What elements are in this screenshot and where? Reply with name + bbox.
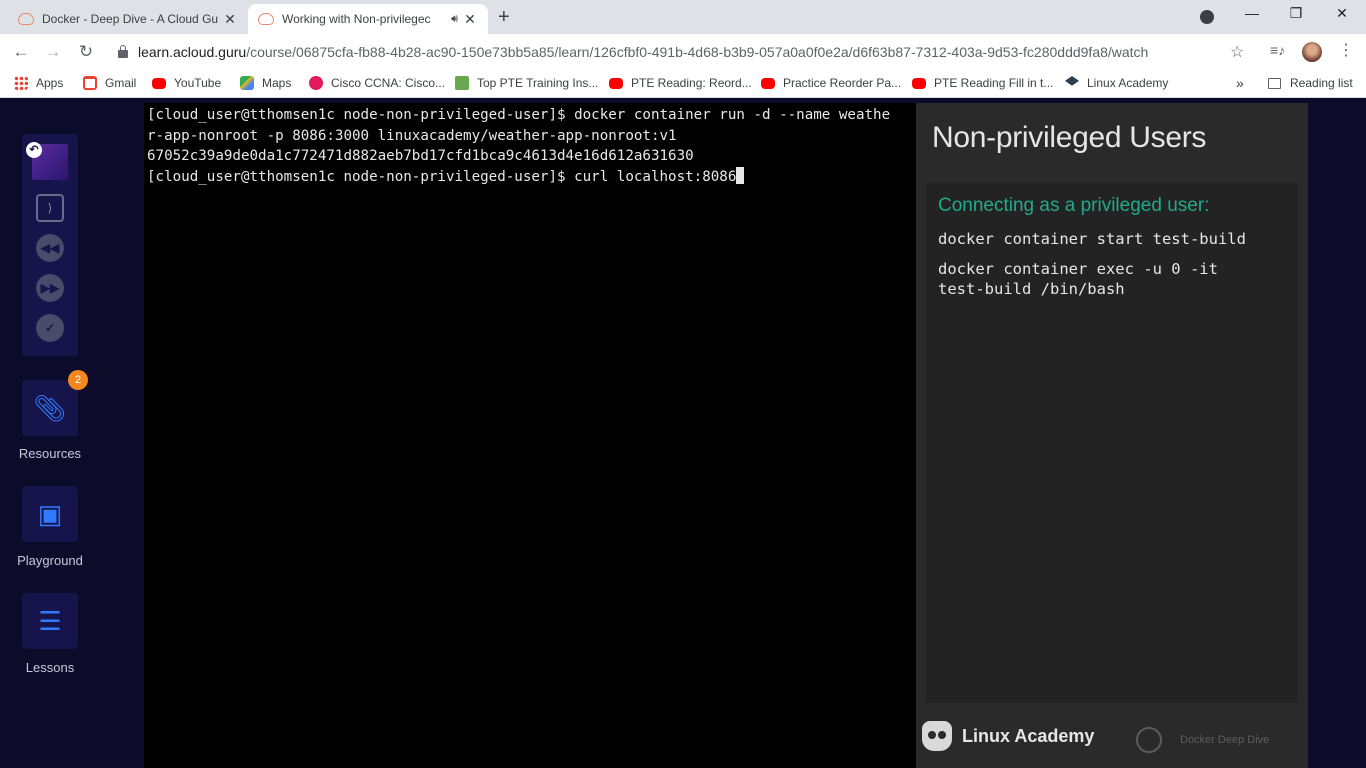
youtube-icon (761, 77, 775, 89)
media-control-icon[interactable]: ≡♪ (1270, 42, 1285, 58)
toggle-panel-icon[interactable]: ⟩ (36, 194, 64, 222)
forward-arrow-icon[interactable]: → (42, 41, 64, 63)
youtube-icon (152, 77, 166, 89)
bookmark-maps[interactable]: Maps (240, 76, 291, 90)
slide-subtitle: Connecting as a privileged user: (938, 195, 1210, 216)
course-thumbnail[interactable]: ↶ (26, 142, 68, 180)
bookmark-top-pte[interactable]: Top PTE Training Ins... (455, 76, 598, 90)
url-path: /course/06875cfa-fb88-4b28-ac90-150e73bb… (246, 44, 1149, 60)
bookmarks-bar: Apps Gmail YouTube Maps Cisco CCNA: Cisc… (0, 70, 1366, 98)
slide-content: Connecting as a privileged user: docker … (926, 183, 1298, 703)
lessons-label[interactable]: Lessons (0, 660, 100, 675)
cubes-icon: ▣ (37, 499, 63, 529)
complete-check-icon[interactable]: ✓ (36, 314, 64, 342)
linux-academy-icon (1065, 76, 1079, 86)
slide-title: Non-privileged Users (932, 121, 1207, 154)
video-player[interactable]: [cloud_user@tthomsen1c node-non-privileg… (144, 103, 1308, 768)
lessons-button[interactable]: ☰ (22, 593, 78, 649)
terminal-line: [cloud_user@tthomsen1c node-non-privileg… (147, 166, 907, 188)
resources-count-badge: 2 (68, 370, 88, 390)
bookmark-gmail[interactable]: Gmail (83, 76, 136, 90)
bookmark-apps[interactable]: Apps (14, 76, 63, 90)
course-name: Docker Deep Dive (1180, 734, 1270, 746)
back-arrow-icon[interactable]: ← (10, 41, 32, 63)
youtube-icon (912, 77, 926, 89)
bookmark-linux-academy[interactable]: Linux Academy (1065, 76, 1168, 90)
close-icon[interactable]: ✕ (222, 11, 238, 28)
course-page: ↶ ⟩ ◀◀ ▶▶ ✓ 📎︎ 2 Resources ▣ Playground … (0, 98, 1366, 768)
lock-icon[interactable] (118, 45, 128, 58)
bookmark-youtube[interactable]: YouTube (152, 76, 221, 90)
playground-button[interactable]: ▣ (22, 486, 78, 542)
reading-list-icon (1268, 77, 1281, 89)
terminal-line: r-app-nonroot -p 8086:3000 linuxacademy/… (147, 127, 677, 144)
rewind-icon[interactable]: ◀◀ (36, 234, 64, 262)
cloud-icon (258, 13, 274, 25)
maps-icon (240, 76, 254, 90)
close-window-button[interactable]: ✕ (1330, 5, 1354, 22)
playground-label[interactable]: Playground (0, 553, 100, 568)
list-icon: ☰ (38, 606, 62, 636)
address-bar[interactable]: learn.acloud.guru/course/06875cfa-fb88-4… (110, 38, 1260, 66)
terminal-output: [cloud_user@tthomsen1c node-non-privileg… (147, 105, 907, 187)
slide-command: docker container start test-build (938, 230, 1246, 248)
youtube-icon (609, 77, 623, 89)
bookmark-pte-reading-reorder[interactable]: PTE Reading: Reord... (609, 76, 752, 90)
bookmarks-overflow-icon[interactable]: » (1236, 75, 1244, 91)
brand-name: Linux Academy (962, 725, 1095, 746)
bookmark-star-icon[interactable]: ☆ (1230, 42, 1244, 62)
resources-button[interactable]: 📎︎ (22, 380, 78, 436)
lecture-slide: Non-privileged Users Connecting as a pri… (916, 103, 1308, 768)
back-arrow-icon[interactable]: ↶ (26, 142, 42, 158)
close-icon[interactable]: ✕ (462, 11, 478, 28)
reading-list-button[interactable]: Reading list (1268, 76, 1353, 90)
tab-docker-deep-dive[interactable]: Docker - Deep Dive - A Cloud Gu ✕ (8, 4, 248, 34)
terminal-line: [cloud_user@tthomsen1c node-non-privileg… (147, 107, 891, 123)
bookmark-pte-reading-fill[interactable]: PTE Reading Fill in t... (912, 76, 1053, 90)
tab-working-with-non-privileged[interactable]: Working with Non-privilegec 🔊︎ ✕ (248, 4, 488, 34)
cloud-icon (18, 13, 34, 25)
browser-toolbar: ← → ↻ learn.acloud.guru/course/06875cfa-… (0, 34, 1366, 70)
terminal-line: 67052c39a9de0da1c772471d882aeb7bd17cfd1b… (147, 148, 694, 164)
tab-title: Working with Non-privilegec (282, 12, 431, 26)
speaker-icon[interactable]: 🔊︎ (451, 13, 458, 26)
new-tab-button[interactable]: + (498, 6, 510, 29)
bookmark-cisco-ccna[interactable]: Cisco CCNA: Cisco... (309, 76, 445, 90)
avatar[interactable] (1302, 42, 1322, 62)
bookmark-practice-reorder[interactable]: Practice Reorder Pa... (761, 76, 901, 90)
cisco-icon (309, 76, 323, 90)
paperclip-icon: 📎︎ (33, 393, 67, 423)
tab-search-icon[interactable] (1200, 10, 1214, 24)
fast-forward-icon[interactable]: ▶▶ (36, 274, 64, 302)
linux-academy-logo: Linux Academy (922, 721, 1094, 751)
lesson-controls: ↶ ⟩ ◀◀ ▶▶ ✓ (22, 134, 78, 356)
menu-kebab-icon[interactable]: ⋮ (1338, 40, 1354, 60)
terminal-command: [cloud_user@tthomsen1c node-non-privileg… (147, 168, 737, 185)
compass-icon (1136, 727, 1162, 753)
pte-icon (455, 76, 469, 90)
reload-icon[interactable]: ↻ (75, 41, 97, 63)
tab-strip: Docker - Deep Dive - A Cloud Gu ✕ Workin… (0, 0, 1366, 34)
apps-icon (14, 76, 28, 90)
resources-label[interactable]: Resources (0, 446, 100, 461)
restore-button[interactable]: ❐ (1284, 5, 1308, 22)
gmail-icon (83, 76, 97, 90)
owl-icon (922, 721, 952, 751)
course-logo: Docker Deep Dive (1136, 727, 1269, 753)
minimize-button[interactable]: — (1240, 5, 1264, 21)
url-host: learn.acloud.guru (138, 44, 247, 60)
terminal-cursor (736, 166, 745, 184)
tab-title: Docker - Deep Dive - A Cloud Gu (42, 12, 219, 26)
slide-command: docker container exec -u 0 -it test-buil… (938, 260, 1218, 298)
